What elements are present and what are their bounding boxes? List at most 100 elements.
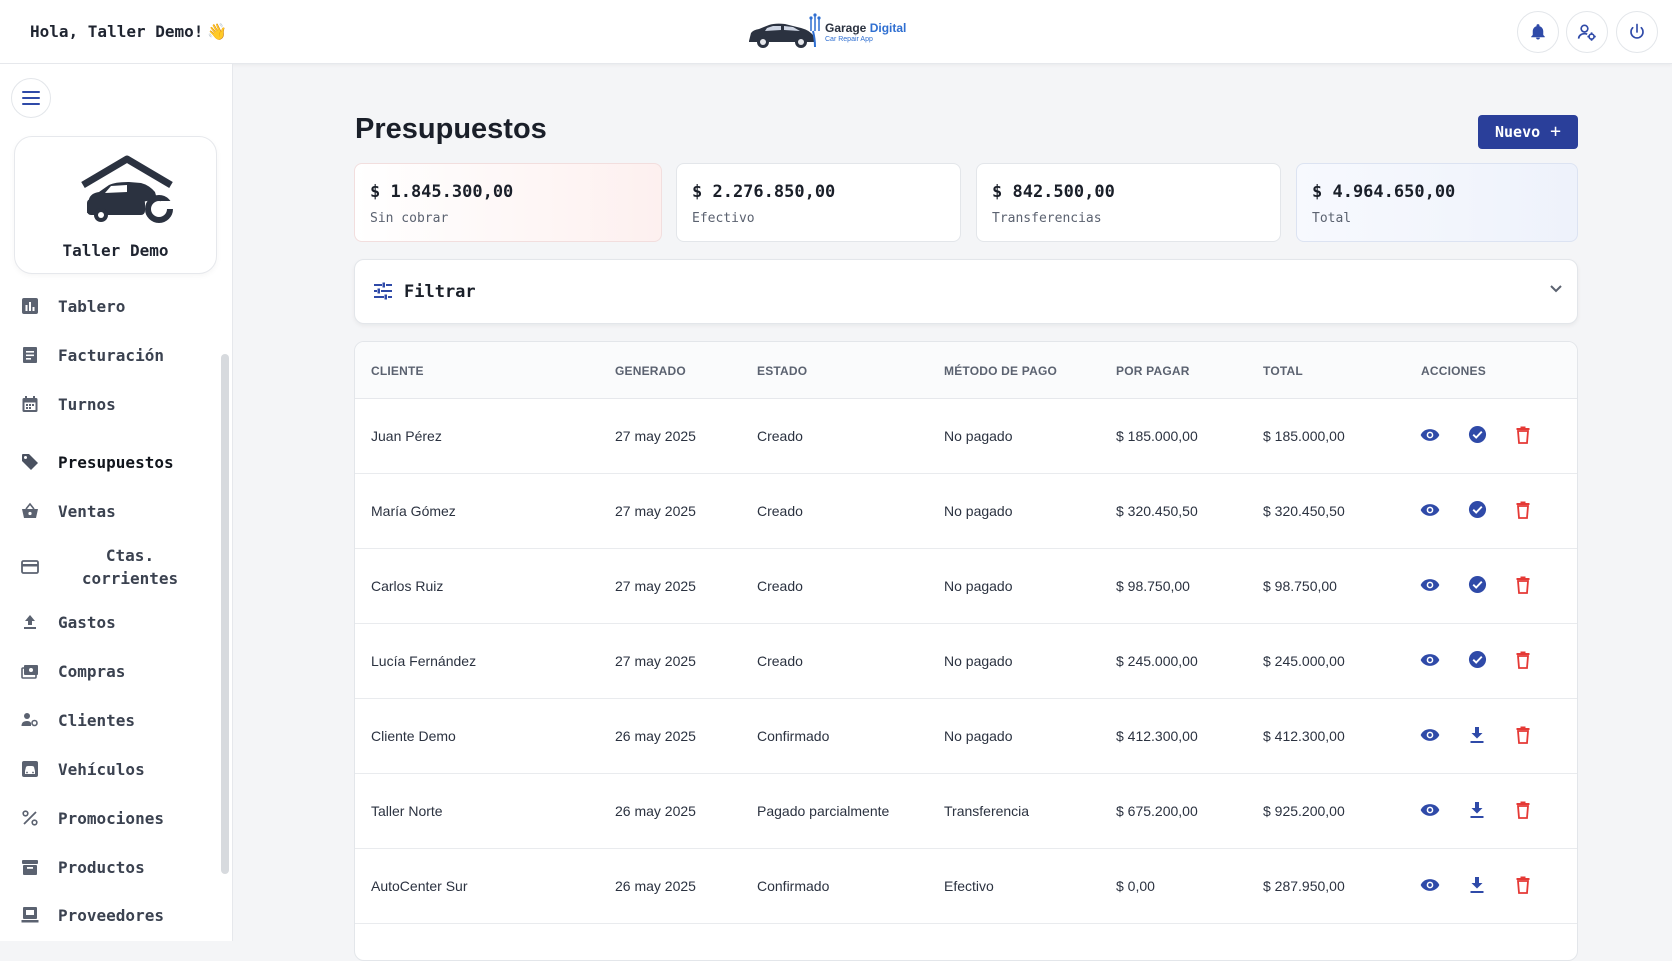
table-row[interactable]: Juan Pérez 27 may 2025 Creado No pagado $ 18… [355, 399, 1577, 474]
cell-cliente: Lucía Fernández [371, 653, 477, 669]
trash-icon [1516, 426, 1530, 449]
delete-button[interactable] [1512, 651, 1534, 673]
delete-button[interactable] [1512, 876, 1534, 898]
table-row[interactable]: Cliente Demo 26 may 2025 Confirmado No paga… [355, 699, 1577, 774]
view-button[interactable] [1419, 876, 1441, 898]
filter-panel[interactable]: Filtrar [354, 259, 1578, 324]
download-button[interactable] [1466, 801, 1488, 823]
user-gear-icon [1577, 24, 1596, 41]
store-icon [20, 905, 40, 925]
sidebar-item-label: Facturación [58, 345, 164, 365]
cell-total: $ 98.750,00 [1263, 578, 1337, 594]
cell-generado: 27 may 2025 [615, 503, 696, 519]
money-icon [20, 661, 40, 681]
profile-card[interactable]: Taller Demo [14, 136, 217, 274]
view-button[interactable] [1419, 651, 1441, 673]
col-generado[interactable]: GENERADO [615, 364, 686, 378]
basket-icon [20, 501, 40, 521]
plus-icon: + [1550, 121, 1561, 142]
confirm-button[interactable] [1466, 575, 1488, 598]
new-budget-button[interactable]: Nuevo + [1478, 115, 1578, 149]
download-icon [1469, 876, 1485, 899]
delete-button[interactable] [1512, 501, 1534, 523]
trash-icon [1516, 801, 1530, 824]
sidebar-item-promociones[interactable]: Promociones [0, 798, 218, 838]
download-button[interactable] [1466, 726, 1488, 748]
sidebar-item-label: Proveedores [58, 905, 164, 925]
greeting-text: Hola, Taller Demo! [30, 22, 204, 41]
sidebar-item-productos[interactable]: Productos [0, 847, 218, 887]
sidebar-scrollbar[interactable] [221, 354, 229, 874]
cell-por-pagar: $ 320.450,50 [1116, 503, 1198, 519]
confirm-button[interactable] [1466, 425, 1488, 449]
confirm-button[interactable] [1466, 650, 1488, 673]
download-button[interactable] [1466, 876, 1488, 898]
notifications-button[interactable] [1517, 11, 1559, 53]
sidebar-item-presupuestos[interactable]: Presupuestos [0, 442, 218, 482]
table-row[interactable]: Taller Norte 26 may 2025 Pagado parcialmen… [355, 774, 1577, 849]
sidebar-item-turnos[interactable]: Turnos [0, 384, 218, 424]
cell-total: $ 185.000,00 [1263, 428, 1345, 444]
table-row[interactable]: AutoCenter Sur 26 may 2025 Confirmado Efect… [355, 849, 1577, 924]
bell-icon [1531, 24, 1545, 40]
card-icon [20, 557, 40, 577]
cell-cliente: Juan Pérez [371, 428, 442, 444]
delete-button[interactable] [1512, 801, 1534, 823]
col-por-pagar[interactable]: POR PAGAR [1116, 364, 1190, 378]
cell-metodo-pago: No pagado [944, 503, 1013, 519]
sidebar-item-label: Promociones [58, 808, 164, 828]
confirm-button[interactable] [1466, 500, 1488, 523]
eye-icon [1420, 728, 1440, 747]
table-row[interactable]: Lucía Fernández 27 may 2025 Creado No pagad… [355, 624, 1577, 699]
app-logo[interactable]: Garage Digital Car Repair App [745, 12, 906, 52]
eye-icon [1420, 428, 1440, 447]
sidebar-item-compras[interactable]: Compras [0, 651, 218, 691]
user-settings-button[interactable] [1566, 11, 1608, 53]
sidebar-item-proveedores[interactable]: Proveedores [0, 895, 218, 935]
view-button[interactable] [1419, 426, 1441, 448]
delete-button[interactable] [1512, 426, 1534, 448]
cell-generado: 26 may 2025 [615, 878, 696, 894]
sidebar-item-label: Gastos [58, 612, 116, 632]
col-cliente[interactable]: CLIENTE [371, 364, 424, 378]
sidebar-item-clientes[interactable]: Clientes [0, 700, 218, 740]
car-logo-icon [749, 13, 821, 48]
check-circle-icon [1468, 425, 1487, 449]
col-estado[interactable]: ESTADO [757, 364, 807, 378]
cell-generado: 27 may 2025 [615, 578, 696, 594]
view-button[interactable] [1419, 576, 1441, 598]
logout-button[interactable] [1616, 11, 1658, 53]
delete-button[interactable] [1512, 576, 1534, 598]
cell-metodo-pago: No pagado [944, 578, 1013, 594]
download-icon [1469, 726, 1485, 749]
cell-total: $ 412.300,00 [1263, 728, 1345, 744]
sidebar-item-facturacion[interactable]: Facturación [0, 335, 218, 375]
cell-generado: 26 may 2025 [615, 728, 696, 744]
view-button[interactable] [1419, 726, 1441, 748]
view-button[interactable] [1419, 801, 1441, 823]
sidebar-item-vehiculos[interactable]: Vehículos [0, 749, 218, 789]
stat-caption: Transferencias [992, 211, 1102, 226]
table-row[interactable]: María Gómez 27 may 2025 Creado No pagado $ 3… [355, 474, 1577, 549]
download-icon [1469, 801, 1485, 824]
cell-estado: Confirmado [757, 878, 830, 894]
sidebar-item-ventas[interactable]: Ventas [0, 491, 218, 531]
sidebar-item-tablero[interactable]: Tablero [0, 286, 218, 326]
sidebar-item-ctas-corrientes[interactable]: Ctas. corrientes [0, 541, 218, 593]
col-metodo-pago[interactable]: MÉTODO DE PAGO [944, 364, 1057, 378]
menu-toggle-button[interactable] [11, 78, 51, 118]
table-row[interactable]: Carlos Ruiz 27 may 2025 Creado No pagado $ 9… [355, 549, 1577, 624]
view-button[interactable] [1419, 501, 1441, 523]
upload-icon [20, 612, 40, 632]
delete-button[interactable] [1512, 726, 1534, 748]
cell-cliente: Taller Norte [371, 803, 443, 819]
stat-caption: Total [1312, 211, 1352, 226]
chevron-down-icon [1550, 285, 1562, 293]
cell-por-pagar: $ 245.000,00 [1116, 653, 1198, 669]
cell-total: $ 245.000,00 [1263, 653, 1345, 669]
cell-total: $ 925.200,00 [1263, 803, 1345, 819]
cell-estado: Creado [757, 503, 803, 519]
sidebar-item-label: Presupuestos [58, 452, 174, 472]
sidebar-item-gastos[interactable]: Gastos [0, 602, 218, 642]
col-total[interactable]: TOTAL [1263, 364, 1303, 378]
